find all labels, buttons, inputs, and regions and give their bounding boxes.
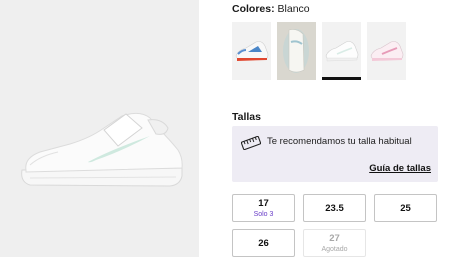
size-recommendation-box: Te recomendamos tu talla habitual Guía d…: [232, 126, 438, 182]
colors-label: Colores: Blanco: [232, 3, 310, 15]
size-value: 27: [329, 232, 340, 244]
color-swatch-white[interactable]: [322, 22, 361, 80]
sizes-title: Tallas: [232, 111, 261, 123]
size-value: 23.5: [325, 202, 344, 214]
color-swatch-white-iridescent[interactable]: [277, 22, 316, 80]
size-value: 17: [258, 197, 269, 209]
size-stock-note: Agotado: [321, 245, 348, 253]
size-stock-note: Solo 3: [253, 210, 274, 218]
ruler-icon: [240, 135, 262, 155]
color-swatch-white-blue-red[interactable]: [232, 22, 271, 80]
size-option-27: 27 Agotado: [303, 229, 366, 257]
size-option-25[interactable]: 25: [374, 194, 437, 222]
sneaker-thumbnail: [283, 29, 309, 73]
size-value: 25: [400, 202, 411, 214]
size-value: 26: [258, 237, 269, 249]
size-guide-link[interactable]: Guía de tallas: [369, 163, 431, 174]
size-option-17[interactable]: 17 Solo 3: [232, 194, 295, 222]
product-image: [0, 0, 199, 257]
selected-color-name: Blanco: [277, 3, 310, 15]
sneaker-thumbnail: [370, 41, 404, 61]
sneaker-thumbnail: [325, 41, 359, 62]
size-recommendation-text: Te recomendamos tu talla habitual: [267, 136, 412, 147]
size-option-23-5[interactable]: 23.5: [303, 194, 366, 222]
colors-label-title: Colores:: [232, 3, 275, 15]
size-option-26[interactable]: 26: [232, 229, 295, 257]
sneaker-thumbnail: [235, 41, 269, 61]
color-swatch-white-pink[interactable]: [367, 22, 406, 80]
sneaker-image: [21, 112, 183, 187]
